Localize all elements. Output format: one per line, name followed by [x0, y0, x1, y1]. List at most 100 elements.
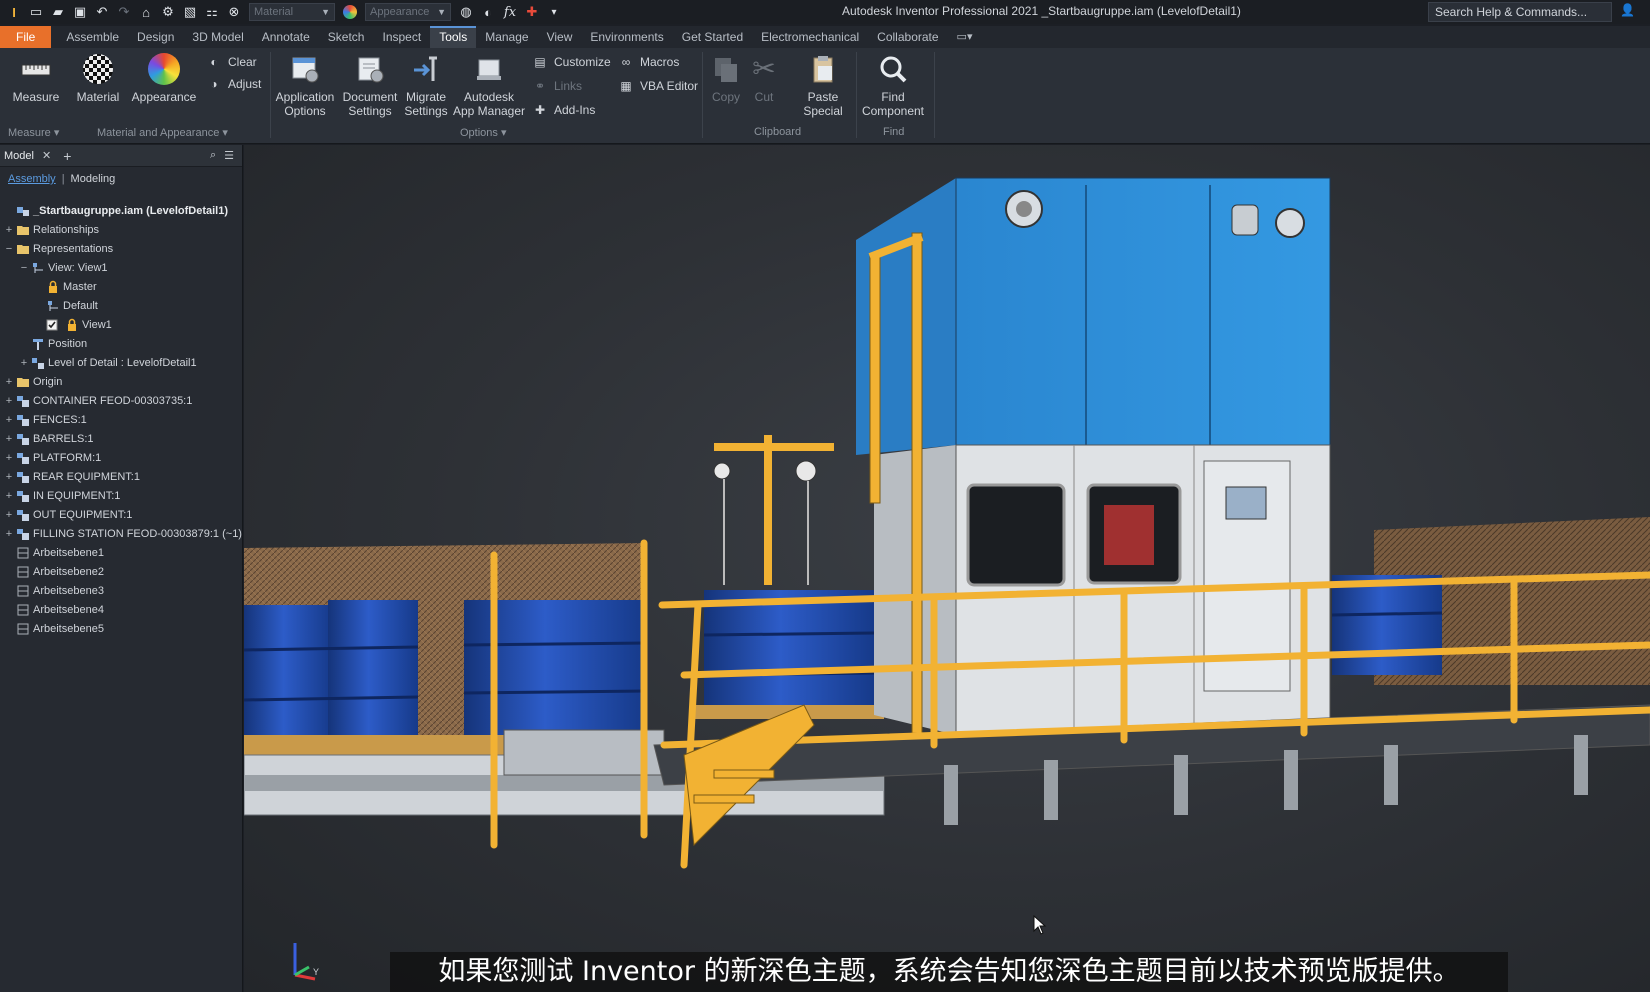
- home-icon[interactable]: ⌂: [136, 2, 156, 22]
- undo-icon[interactable]: ↶: [92, 2, 112, 22]
- expand-icon[interactable]: +: [4, 528, 14, 540]
- tree-node[interactable]: Arbeitsebene4: [0, 600, 104, 619]
- update-icon[interactable]: ⚙: [158, 2, 178, 22]
- tree-node[interactable]: − Representations: [0, 239, 113, 258]
- clear-override-icon[interactable]: ⊗: [224, 2, 244, 22]
- redo-icon[interactable]: ↷: [114, 2, 134, 22]
- add-browser-tab-icon[interactable]: +: [63, 148, 71, 164]
- search-help-input[interactable]: Search Help & Commands...: [1428, 2, 1612, 22]
- expand-icon[interactable]: +: [4, 471, 14, 483]
- tab-view[interactable]: View: [538, 26, 582, 48]
- group-label-measure[interactable]: Measure ▾: [8, 126, 59, 139]
- modeling-mode-link[interactable]: Modeling: [71, 173, 116, 185]
- customize-button[interactable]: ▤ Customize: [532, 54, 610, 70]
- tree-node[interactable]: + FILLING STATION FEOD-00303879:1 (~1): [0, 524, 242, 543]
- clear-appearance-icon[interactable]: ◐: [478, 2, 498, 22]
- tree-node[interactable]: Master: [0, 277, 97, 296]
- tree-node[interactable]: + Origin: [0, 372, 63, 391]
- tree-node[interactable]: + IN EQUIPMENT:1: [0, 486, 120, 505]
- tree-node[interactable]: + BARRELS:1: [0, 429, 94, 448]
- expand-icon[interactable]: +: [4, 414, 14, 426]
- tab-assemble[interactable]: Assemble: [57, 26, 128, 48]
- expand-icon[interactable]: +: [4, 376, 14, 388]
- assembly-3d-model[interactable]: [244, 145, 1650, 992]
- tab-tools[interactable]: Tools: [430, 26, 477, 48]
- tree-node[interactable]: Arbeitsebene5: [0, 619, 104, 638]
- search-icon[interactable]: ⌕: [210, 149, 216, 162]
- close-icon[interactable]: ✕: [42, 149, 51, 162]
- clear-appearance-button[interactable]: ◐ Clear: [206, 54, 256, 70]
- expand-icon[interactable]: +: [4, 452, 14, 464]
- collapse-icon[interactable]: −: [4, 243, 14, 255]
- paste-special-button[interactable]: Paste Special: [794, 52, 852, 118]
- ribbon-display-toggle-icon[interactable]: ▭▾: [948, 26, 982, 48]
- group-label-options[interactable]: Options ▾: [460, 126, 507, 139]
- tree-node[interactable]: − View: View1: [0, 258, 108, 277]
- find-component-button[interactable]: Find Component: [858, 52, 928, 118]
- expand-icon[interactable]: +: [4, 224, 14, 236]
- tab-file[interactable]: File: [0, 26, 52, 48]
- app-manager-button[interactable]: Autodesk App Manager: [452, 52, 526, 118]
- tree-node[interactable]: + FENCES:1: [0, 410, 87, 429]
- parameters-fx-icon[interactable]: fx: [500, 2, 520, 22]
- expand-icon[interactable]: +: [4, 433, 14, 445]
- user-icon[interactable]: 👤: [1620, 3, 1646, 21]
- tree-node[interactable]: + REAR EQUIPMENT:1: [0, 467, 140, 486]
- assembly-mode-link[interactable]: Assembly: [8, 173, 56, 185]
- add-ins-button[interactable]: ✚ Add-Ins: [532, 102, 595, 118]
- tree-node[interactable]: + Level of Detail : LevelofDetail1: [0, 353, 197, 372]
- macros-button[interactable]: ∞ Macros: [618, 54, 680, 70]
- vba-editor-button[interactable]: ▦ VBA Editor: [618, 78, 698, 94]
- expand-icon[interactable]: +: [4, 509, 14, 521]
- select-icon[interactable]: ▧: [180, 2, 200, 22]
- tree-node[interactable]: + OUT EQUIPMENT:1: [0, 505, 132, 524]
- tab-3d-model[interactable]: 3D Model: [183, 26, 252, 48]
- add-icon[interactable]: ✚: [522, 2, 542, 22]
- graphics-viewport[interactable]: [244, 145, 1650, 992]
- measure-button[interactable]: Measure: [8, 52, 64, 104]
- browser-tab-model[interactable]: Model: [4, 150, 34, 162]
- migrate-settings-button[interactable]: Migrate Settings: [402, 52, 450, 118]
- expand-icon[interactable]: +: [19, 357, 29, 369]
- application-options-button[interactable]: Application Options: [274, 52, 336, 118]
- tree-node[interactable]: + CONTAINER FEOD-00303735:1: [0, 391, 192, 410]
- tree-node[interactable]: + PLATFORM:1: [0, 448, 101, 467]
- tab-design[interactable]: Design: [128, 26, 183, 48]
- tab-get-started[interactable]: Get Started: [673, 26, 752, 48]
- tree-root-node[interactable]: _Startbaugruppe.iam (LevelofDetail1): [0, 201, 228, 220]
- tree-node[interactable]: Default: [0, 296, 98, 315]
- material-dropdown[interactable]: Material ▼: [249, 3, 335, 21]
- document-settings-button[interactable]: Document Settings: [340, 52, 400, 118]
- tree-node[interactable]: View1: [0, 315, 112, 334]
- tab-collaborate[interactable]: Collaborate: [868, 26, 947, 48]
- expand-icon[interactable]: +: [4, 395, 14, 407]
- group-label-material-appearance[interactable]: Material and Appearance ▾: [97, 126, 228, 139]
- tab-inspect[interactable]: Inspect: [373, 26, 430, 48]
- tree-node[interactable]: + Relationships: [0, 220, 99, 239]
- adjust-appearance-button[interactable]: ◑ Adjust: [206, 76, 261, 92]
- appearance-button[interactable]: Appearance: [130, 52, 198, 104]
- material-button[interactable]: Material: [72, 52, 124, 104]
- tree-node[interactable]: Position: [0, 334, 87, 353]
- open-folder-icon[interactable]: ▰: [48, 2, 68, 22]
- tab-sketch[interactable]: Sketch: [319, 26, 374, 48]
- tree-node[interactable]: Arbeitsebene3: [0, 581, 104, 600]
- appearance-dropdown[interactable]: Appearance ▼: [365, 3, 451, 21]
- paste-special-label-2: Special: [803, 104, 843, 118]
- expand-icon[interactable]: +: [4, 490, 14, 502]
- tree-node[interactable]: Arbeitsebene2: [0, 562, 104, 581]
- tab-electromechanical[interactable]: Electromechanical: [752, 26, 868, 48]
- new-file-icon[interactable]: ▭: [26, 2, 46, 22]
- tab-environments[interactable]: Environments: [581, 26, 672, 48]
- tree-node[interactable]: Arbeitsebene1: [0, 543, 104, 562]
- adjust-appearance-icon[interactable]: ◍: [456, 2, 476, 22]
- appearance-ball-icon[interactable]: [340, 2, 360, 22]
- tab-manage[interactable]: Manage: [476, 26, 537, 48]
- customize-qat-icon[interactable]: ▾: [544, 2, 564, 22]
- filter-icon[interactable]: ⚏: [202, 2, 222, 22]
- collapse-icon[interactable]: −: [19, 262, 29, 274]
- save-icon[interactable]: ▣: [70, 2, 90, 22]
- hamburger-menu-icon[interactable]: ☰: [224, 149, 234, 162]
- inventor-logo-icon[interactable]: I: [4, 2, 24, 22]
- tab-annotate[interactable]: Annotate: [253, 26, 319, 48]
